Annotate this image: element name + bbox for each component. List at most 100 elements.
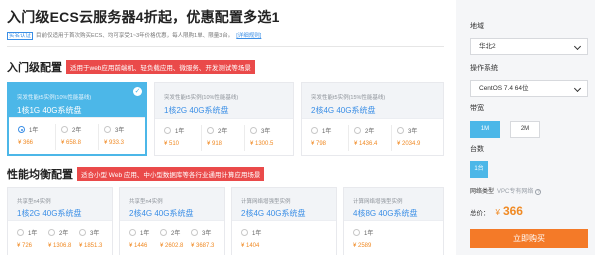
verified-tag: 实名认证	[7, 32, 34, 40]
plan-card-network-2c4g[interactable]: 计算网络增强型实例 2核4G 40G系统盘 1年 ¥ 1404	[231, 187, 337, 255]
plan-type: 计算网络增强型实例	[241, 199, 291, 205]
rules-link[interactable]: [详细规则]	[236, 33, 261, 39]
radio-icon[interactable]	[160, 229, 167, 236]
plan-card-n4-2c4g[interactable]: 共享型n4实例 2核4G 40G系统盘 1年 ¥ 1446 2年 ¥ 2602.…	[119, 187, 225, 255]
notice-bar: 实名认证 目前仅适用于首次购买ECS、均可享受1~3年价格优惠，每人限购1单、限量…	[7, 31, 261, 40]
radio-icon[interactable]	[164, 127, 171, 134]
term-option-3y[interactable]: 3年 ¥ 2034.9	[391, 119, 437, 155]
radio-icon[interactable]	[104, 126, 111, 133]
plan-card-n4-1c2g[interactable]: 共享型n4实例 1核2G 40G系统盘 1年 ¥ 726 2年 ¥ 1306.8…	[7, 187, 113, 255]
term-label: 2年	[171, 231, 181, 237]
chevron-down-icon	[573, 42, 582, 51]
term-option-1y[interactable]: 1年 ¥ 726	[17, 221, 47, 255]
term-option-1y[interactable]: 1年 ¥ 510	[164, 119, 204, 155]
term-option-2y[interactable]: 2年 ¥ 2602.8	[160, 221, 190, 255]
term-option-2y[interactable]: 2年 ¥ 918	[201, 119, 247, 155]
term-option-1y[interactable]: 1年 ¥ 366	[18, 118, 58, 154]
term-options: 1年 ¥ 366 2年 ¥ 658.8 3年 ¥ 933.3	[9, 117, 145, 154]
term-price: ¥ 933.3	[104, 140, 125, 146]
plan-spec: 1核2G 40G系统盘	[164, 106, 229, 115]
term-options: 1年 ¥ 726 2年 ¥ 1306.8 3年 ¥ 1851.3	[8, 220, 112, 255]
section-balanced-heading: 性能均衡配置	[7, 169, 73, 181]
radio-icon[interactable]	[353, 229, 360, 236]
divider	[55, 124, 56, 150]
radio-icon[interactable]	[397, 127, 404, 134]
term-label: 3年	[90, 231, 100, 237]
term-label: 3年	[202, 231, 212, 237]
term-option-1y[interactable]: 1年 ¥ 1446	[129, 221, 159, 255]
plan-card-network-4c8g[interactable]: 计算网络增强型实例 4核8G 40G系统盘 1年 ¥ 2589	[343, 187, 444, 255]
os-select[interactable]: CentOS 7.4 64位	[470, 80, 588, 97]
term-label: 3年	[408, 129, 418, 135]
bandwidth-option-2m[interactable]: 2M	[510, 121, 540, 138]
radio-icon[interactable]	[48, 229, 55, 236]
os-value: CentOS 7.4 64位	[479, 85, 529, 92]
region-label: 地域	[470, 23, 484, 30]
plan-type: 突发性能t5实例(10%性能基线)	[164, 95, 239, 101]
buy-now-button[interactable]: 立即购买	[470, 229, 588, 248]
term-price: ¥ 3687.3	[191, 243, 215, 249]
term-options: 1年 ¥ 510 2年 ¥ 918 3年 ¥ 1300.5	[155, 118, 293, 155]
term-label: 1年	[364, 231, 374, 237]
term-label: 2年	[365, 129, 375, 135]
divider	[98, 124, 99, 150]
term-option-2y[interactable]: 2年 ¥ 658.8	[55, 118, 101, 154]
chevron-down-icon	[573, 84, 582, 93]
network-type: 网络类型 VPC专有网络?	[470, 186, 542, 195]
plan-spec: 2核4G 40G系统盘	[129, 209, 194, 218]
term-label: 1年	[28, 231, 38, 237]
term-price: ¥ 798	[311, 141, 327, 147]
radio-icon[interactable]	[354, 127, 361, 134]
term-options: 1年 ¥ 1446 2年 ¥ 2602.8 3年 ¥ 3687.3	[120, 220, 224, 255]
term-option-2y[interactable]: 2年 ¥ 1306.8	[48, 221, 78, 255]
help-icon[interactable]: ?	[535, 189, 542, 195]
order-panel: 地域 华北2 操作系统 CentOS 7.4 64位 带宽 1M 2M 台数 1…	[456, 0, 595, 255]
divider	[201, 125, 202, 151]
radio-icon[interactable]	[18, 126, 25, 133]
term-option-3y[interactable]: 3年 ¥ 933.3	[98, 118, 144, 154]
radio-icon[interactable]	[129, 229, 136, 236]
plan-spec: 2核4G 40G系统盘	[311, 106, 376, 115]
term-label: 1年	[322, 129, 332, 135]
term-label: 1年	[29, 128, 39, 134]
term-option-1y[interactable]: 1年 ¥ 1404	[241, 221, 271, 255]
plan-spec: 1核2G 40G系统盘	[17, 209, 82, 218]
check-icon: ✓	[133, 87, 142, 96]
total-price: 总价： ¥ 366	[470, 204, 523, 218]
radio-icon[interactable]	[207, 127, 214, 134]
divider	[7, 46, 444, 47]
term-option-3y[interactable]: 3年 ¥ 3687.3	[191, 221, 221, 255]
term-label: 3年	[261, 129, 271, 135]
term-price: ¥ 658.8	[61, 140, 82, 146]
plan-card-1c2g[interactable]: 突发性能t5实例(10%性能基线) 1核2G 40G系统盘 1年 ¥ 510 2…	[154, 82, 294, 156]
term-options: 1年 ¥ 798 2年 ¥ 1436.4 3年 ¥ 2034.9	[302, 118, 443, 155]
plan-type: 突发性能t5实例(15%性能基线)	[311, 95, 386, 101]
radio-icon[interactable]	[17, 229, 24, 236]
radio-icon[interactable]	[61, 126, 68, 133]
plan-card-1c1g[interactable]: ✓ 突发性能t5实例(10%性能基线) 1核1G 40G系统盘 1年 ¥ 366…	[7, 82, 147, 156]
region-select[interactable]: 华北2	[470, 38, 588, 55]
radio-icon[interactable]	[191, 229, 198, 236]
term-label: 2年	[59, 231, 69, 237]
radio-icon[interactable]	[79, 229, 86, 236]
network-value: VPC专有网络	[497, 189, 534, 195]
divider	[244, 125, 245, 151]
section-balanced-title: 性能均衡配置 适合小型 Web 应用、中小型数据库等各行业通用计算应用场景	[7, 166, 265, 182]
term-option-3y[interactable]: 3年 ¥ 1300.5	[244, 119, 290, 155]
term-option-1y[interactable]: 1年 ¥ 798	[311, 119, 351, 155]
term-label: 2年	[218, 129, 228, 135]
term-option-2y[interactable]: 2年 ¥ 1436.4	[348, 119, 394, 155]
term-option-3y[interactable]: 3年 ¥ 1851.3	[79, 221, 109, 255]
term-price: ¥ 918	[207, 141, 223, 147]
bandwidth-option-1m[interactable]: 1M	[470, 121, 500, 138]
region-value: 华北2	[479, 43, 496, 50]
term-price: ¥ 2034.9	[397, 141, 421, 147]
radio-icon[interactable]	[311, 127, 318, 134]
plan-type: 计算网络增强型实例	[353, 199, 403, 205]
radio-icon[interactable]	[250, 127, 257, 134]
plan-card-2c4g[interactable]: 突发性能t5实例(15%性能基线) 2核4G 40G系统盘 1年 ¥ 798 2…	[301, 82, 444, 156]
term-option-1y[interactable]: 1年 ¥ 2589	[353, 221, 383, 255]
count-option-1[interactable]: 1台	[470, 161, 488, 178]
section-entry-heading: 入门级配置	[7, 62, 62, 74]
radio-icon[interactable]	[241, 229, 248, 236]
